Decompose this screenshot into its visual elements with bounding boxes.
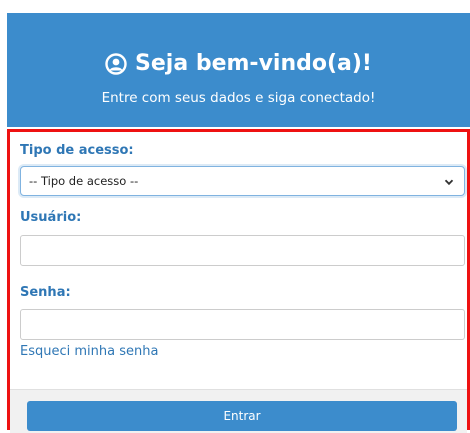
forgot-password-link[interactable]: Esqueci minha senha [20, 344, 158, 360]
chevron-down-icon [444, 176, 454, 186]
access-type-selected-value: -- Tipo de acesso -- [29, 174, 139, 188]
header-title-row: Seja bem-vindo(a)! [7, 51, 470, 77]
user-circle-icon [105, 53, 127, 75]
page-subtitle: Entre com seus dados e siga conectado! [101, 90, 376, 106]
submit-button[interactable]: Entrar [27, 401, 457, 431]
username-label: Usuário: [20, 210, 82, 225]
login-form: Tipo de acesso: -- Tipo de acesso -- Usu… [7, 129, 470, 433]
login-header: Seja bem-vindo(a)! Entre com seus dados … [7, 13, 470, 127]
access-type-select[interactable]: -- Tipo de acesso -- [20, 166, 465, 196]
form-footer: Entrar [10, 389, 467, 433]
password-label: Senha: [20, 285, 71, 300]
page-title: Seja bem-vindo(a)! [135, 51, 372, 76]
username-input[interactable] [20, 235, 465, 266]
access-type-label: Tipo de acesso: [20, 143, 134, 158]
login-card: Seja bem-vindo(a)! Entre com seus dados … [7, 13, 470, 433]
password-input[interactable] [20, 309, 465, 340]
